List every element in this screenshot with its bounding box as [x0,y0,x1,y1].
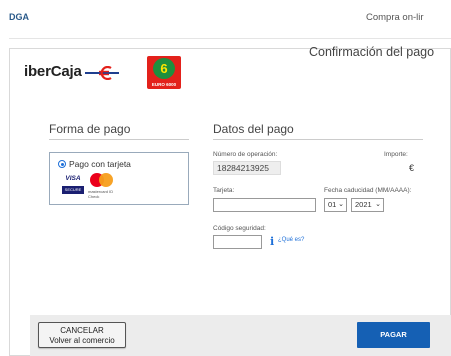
que-es-link[interactable]: ¿Qué es? [278,237,304,243]
num-operacion-field: 18284213925 [213,161,281,175]
datos-pago-title: Datos del pago [213,122,294,136]
forma-pago-title: Forma de pago [49,122,131,136]
year-value: 2021 [355,200,372,209]
importe-currency: € [409,163,415,173]
euro6000-logo: 6 EURO 6000 [147,56,181,89]
datos-pago-underline [213,139,423,140]
cancel-button[interactable]: CANCELAR Volver al comercio [38,322,126,348]
chevron-down-icon: ⌄ [338,201,344,208]
payment-radio[interactable] [58,160,66,168]
visa-secure-badge: SECURE [62,186,84,194]
importe-label: Importe: [384,151,408,158]
mastercard-idcheck-label: mastercard ID Check [88,189,114,199]
compra-online-text: Compra on-lir [366,12,424,23]
visa-logo: VISA [65,175,81,182]
num-operacion-label: Número de operación: [213,151,278,158]
euro-logo-icon [85,66,119,80]
caducidad-label: Fecha caducidad (MM/AAAA): [324,187,412,194]
pay-button[interactable]: PAGAR [357,322,430,348]
badge-sub: EURO 6000 [151,82,177,87]
payment-option-label: Pago con tarjeta [69,159,131,169]
info-icon[interactable]: i [270,236,277,248]
top-bar: DGA Compra on-lir [0,0,451,40]
tarjeta-label: Tarjeta: [213,187,235,194]
divider [9,38,451,39]
mastercard-icon [90,173,114,189]
badge-number: 6 [153,58,175,79]
cancel-label: CANCELAR [60,326,104,335]
codigo-input[interactable] [213,235,262,249]
month-select[interactable]: 01 ⌄ [324,198,347,212]
codigo-label: Código seguridad: [213,225,266,232]
dga-link[interactable]: DGA [9,12,29,22]
month-value: 01 [328,200,337,209]
payment-option-card[interactable]: Pago con tarjeta VISA SECURE mastercard … [49,152,189,205]
forma-pago-underline [49,139,189,140]
page-title: Confirmación del pago [309,45,435,59]
chevron-down-icon: ⌄ [375,201,381,208]
ibercaja-logo: iberCaja [24,63,82,80]
cancel-sublabel: Volver al comercio [49,336,115,345]
tarjeta-input[interactable] [213,198,316,212]
year-select[interactable]: 2021 ⌄ [351,198,384,212]
